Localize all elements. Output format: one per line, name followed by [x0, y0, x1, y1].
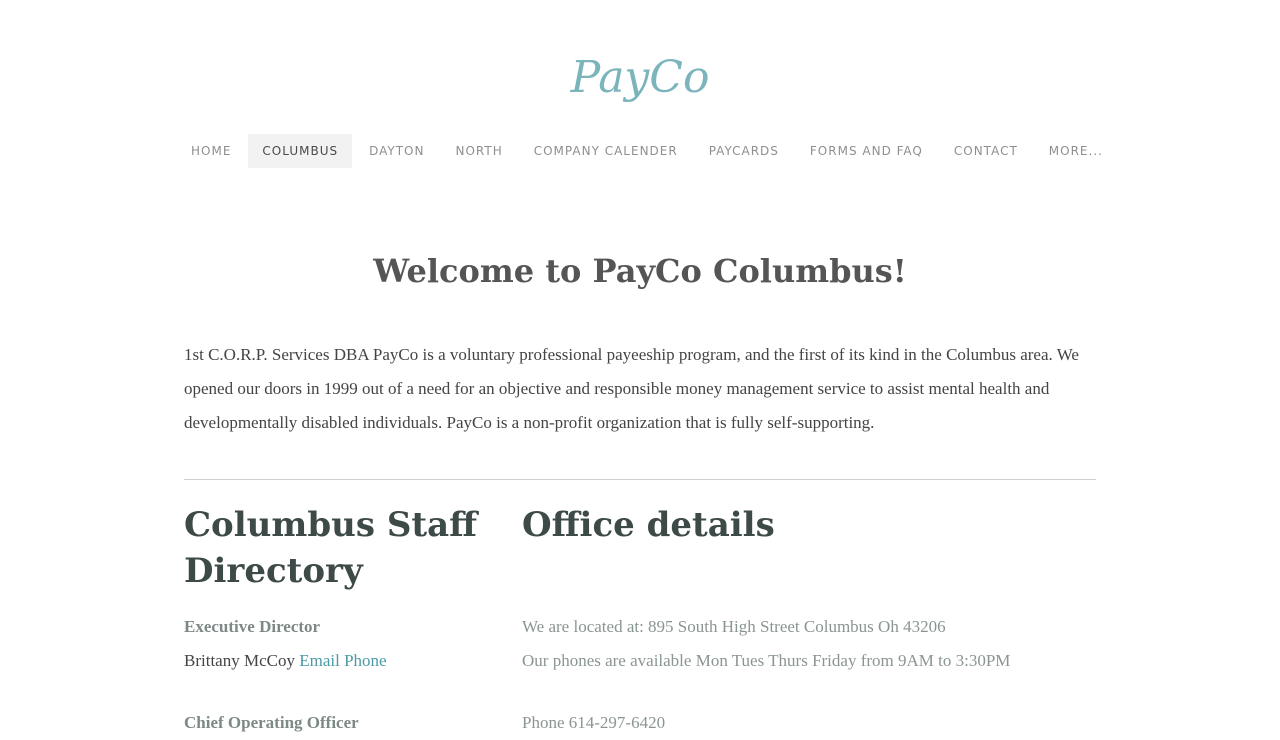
staff-role: Chief Operating Officer — [184, 713, 359, 732]
office-phone: Phone 614-297-6420 — [522, 713, 666, 732]
site-logo[interactable]: PayCo — [0, 52, 1280, 103]
section-divider — [184, 479, 1096, 480]
office-location: We are located at: 895 South High Street… — [522, 617, 946, 636]
nav-item-more[interactable]: MORE... — [1035, 134, 1117, 168]
office-details: Office details We are located at: 895 So… — [522, 502, 1096, 740]
nav-item-home[interactable]: HOME — [177, 134, 245, 168]
nav-item-forms-and-faq[interactable]: FORMS AND FAQ — [796, 134, 937, 168]
staff-role: Executive Director — [184, 617, 321, 636]
office-details-title: Office details — [522, 505, 775, 545]
nav-item-north[interactable]: NORTH — [441, 134, 516, 168]
nav-item-dayton[interactable]: DAYTON — [355, 134, 438, 168]
staff-directory: Columbus Staff Directory Executive Direc… — [184, 502, 494, 740]
nav-item-contact[interactable]: CONTACT — [940, 134, 1032, 168]
page-title: Welcome to PayCo Columbus! — [373, 252, 907, 290]
nav-item-columbus[interactable]: COLUMBUS — [248, 134, 353, 168]
main-nav: HOME COLUMBUS DAYTON NORTH COMPANY CALEN… — [177, 134, 1120, 168]
staff-person: Brittany McCoy Email Phone — [184, 644, 494, 678]
nav-item-paycards[interactable]: PAYCARDS — [695, 134, 793, 168]
nav-item-company-calender[interactable]: COMPANY CALENDER — [520, 134, 692, 168]
staff-phone-link[interactable]: Phone — [344, 651, 387, 670]
staff-email-link[interactable]: Email — [299, 651, 340, 670]
office-hours: Our phones are available Mon Tues Thurs … — [522, 651, 1011, 670]
intro-paragraph: 1st C.O.R.P. Services DBA PayCo is a vol… — [184, 345, 1079, 432]
staff-name: Brittany McCoy — [184, 651, 295, 670]
staff-directory-title: Columbus Staff Directory — [184, 505, 478, 591]
